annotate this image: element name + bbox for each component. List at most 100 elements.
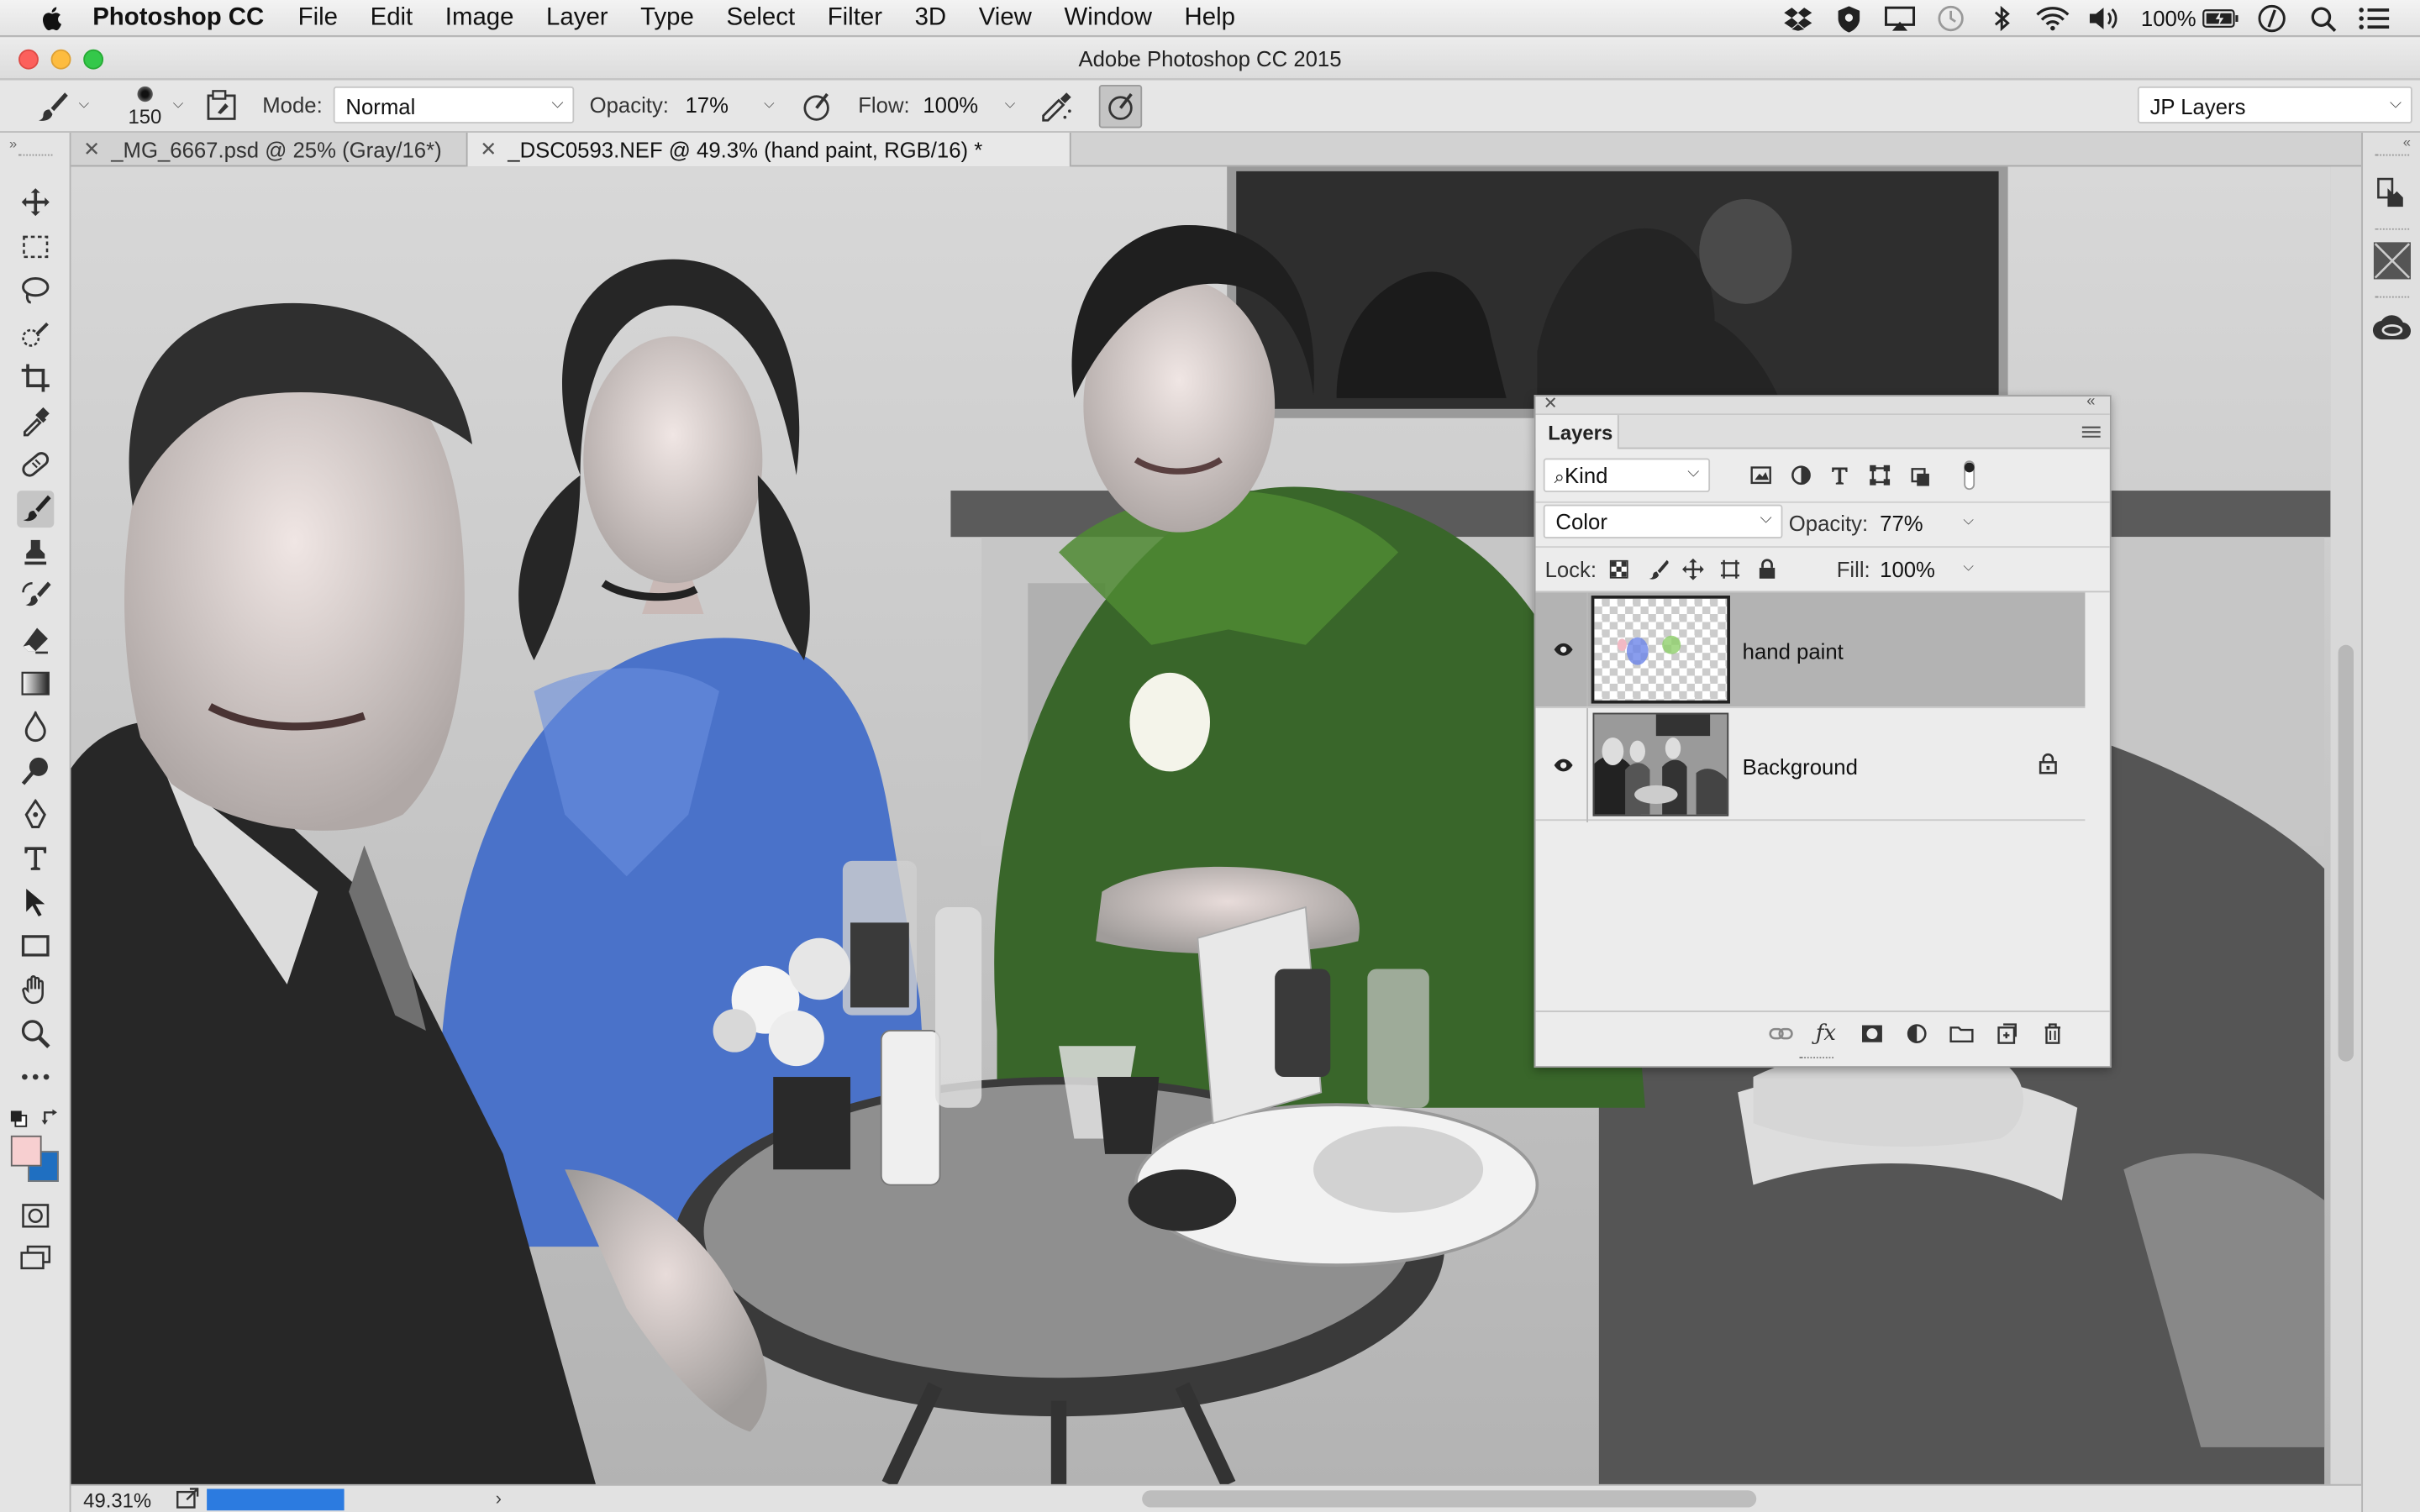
creative-cloud-libraries-icon[interactable] xyxy=(2372,312,2412,349)
eye-visibility-icon[interactable] xyxy=(1548,750,1579,781)
menu-edit[interactable]: Edit xyxy=(371,4,413,32)
eraser-tool-icon[interactable] xyxy=(17,622,54,659)
rectangle-tool-icon[interactable] xyxy=(17,927,54,964)
layer-filter-select[interactable]: ⌕Kind ⌵ xyxy=(1543,458,1711,492)
type-layer-filter-icon[interactable] xyxy=(1824,459,1855,491)
brush-size-value[interactable]: 150 xyxy=(128,105,161,129)
history-brush-tool-icon[interactable] xyxy=(17,577,54,614)
move-tool-icon[interactable] xyxy=(17,184,54,221)
expand-panels-icon[interactable]: « xyxy=(2403,134,2411,150)
lock-all-icon[interactable] xyxy=(1752,554,1783,585)
vertical-scroll-thumb[interactable] xyxy=(2338,644,2354,1062)
layer-opacity-field[interactable]: 77% xyxy=(1880,511,1923,535)
shield-icon[interactable] xyxy=(1831,2,1868,35)
airplay-icon[interactable] xyxy=(1881,2,1918,35)
blur-tool-icon[interactable] xyxy=(17,708,54,745)
panel-resize-grip[interactable] xyxy=(1799,1057,1834,1058)
shape-layer-filter-icon[interactable] xyxy=(1865,459,1896,491)
vertical-scrollbar[interactable] xyxy=(2330,166,2362,1484)
dodge-tool-icon[interactable] xyxy=(17,753,54,790)
collapse-panel-icon[interactable]: » xyxy=(9,136,17,151)
marquee-tool-icon[interactable] xyxy=(17,228,54,265)
share-icon[interactable] xyxy=(176,1488,200,1509)
panel-grip[interactable] xyxy=(2375,296,2410,298)
lock-transparent-pixels-icon[interactable] xyxy=(1603,554,1634,585)
lock-artboard-icon[interactable] xyxy=(1715,554,1746,585)
eye-visibility-icon[interactable] xyxy=(1548,634,1579,665)
fill-field[interactable]: 100% xyxy=(1880,557,1935,581)
menu-layer[interactable]: Layer xyxy=(546,4,608,32)
zoom-tool-icon[interactable] xyxy=(17,1016,54,1053)
brush-panel-toggle-icon[interactable] xyxy=(205,90,239,123)
pen-tool-icon[interactable] xyxy=(17,796,54,833)
panel-header[interactable]: ✕ « xyxy=(1535,393,2110,416)
opacity-field[interactable]: 17% xyxy=(686,92,729,117)
type-tool-icon[interactable] xyxy=(17,839,54,876)
menu-filter[interactable]: Filter xyxy=(828,4,882,32)
crop-tool-icon[interactable] xyxy=(17,360,54,396)
fill-chevron-icon[interactable]: ⌵ xyxy=(1963,559,1974,575)
panel-grip[interactable] xyxy=(18,154,53,156)
lock-position-icon[interactable] xyxy=(1678,554,1709,585)
adjustment-layer-filter-icon[interactable] xyxy=(1786,459,1817,491)
clone-stamp-tool-icon[interactable] xyxy=(17,534,54,571)
menu-image[interactable]: Image xyxy=(445,4,514,32)
layer-opacity-chevron-icon[interactable]: ⌵ xyxy=(1963,512,1974,529)
filter-toggle-icon[interactable] xyxy=(1961,459,1976,491)
link-layers-icon[interactable] xyxy=(1765,1018,1797,1049)
panel-menu-icon[interactable] xyxy=(2081,421,2101,439)
layer-thumbnail-background[interactable] xyxy=(1592,712,1729,816)
history-panel-icon[interactable] xyxy=(2374,175,2411,212)
layer-row-hand-paint[interactable]: hand paint xyxy=(1535,592,2086,707)
panel-grip[interactable] xyxy=(2375,228,2410,230)
layer-name[interactable]: hand paint xyxy=(1743,638,1844,663)
apple-icon[interactable] xyxy=(37,4,68,32)
add-mask-icon[interactable] xyxy=(1857,1018,1888,1049)
tab-dsc0593[interactable]: ✕ _DSC0593.NEF @ 49.3% (hand paint, RGB/… xyxy=(466,132,1071,167)
istat-icon[interactable] xyxy=(2254,2,2291,35)
pixel-layer-filter-icon[interactable] xyxy=(1745,459,1776,491)
delete-layer-icon[interactable] xyxy=(2037,1018,2068,1049)
layer-effects-icon[interactable]: ƒx xyxy=(1810,1018,1841,1049)
new-layer-icon[interactable] xyxy=(1991,1018,2022,1049)
gradient-tool-icon[interactable] xyxy=(17,665,54,702)
smart-object-filter-icon[interactable] xyxy=(1905,459,1936,491)
time-machine-icon[interactable] xyxy=(1933,2,1970,35)
bluetooth-icon[interactable] xyxy=(1984,2,2021,35)
zoom-level[interactable]: 49.31% xyxy=(83,1488,151,1512)
brush-picker-chevron-icon[interactable]: ⌵ xyxy=(173,96,184,113)
quick-selection-tool-icon[interactable] xyxy=(17,315,54,352)
notification-center-icon[interactable] xyxy=(2355,2,2392,35)
pressure-opacity-icon[interactable] xyxy=(799,90,833,123)
opacity-slider-chevron-icon[interactable]: ⌵ xyxy=(764,96,775,113)
pressure-size-toggle[interactable] xyxy=(1098,85,1143,129)
chevron-down-icon[interactable]: ⌵ xyxy=(79,96,90,113)
spotlight-search-icon[interactable] xyxy=(2304,2,2341,35)
path-selection-tool-icon[interactable] xyxy=(17,884,54,921)
menu-view[interactable]: View xyxy=(979,4,1032,32)
brush-tool-icon[interactable] xyxy=(17,491,55,528)
screen-mode-icon[interactable] xyxy=(17,1239,54,1276)
new-group-icon[interactable] xyxy=(1946,1018,1977,1049)
foreground-color-swatch[interactable] xyxy=(10,1135,42,1167)
workspace-switcher[interactable]: JP Layers ⌵ xyxy=(2137,86,2412,123)
quick-mask-icon[interactable] xyxy=(17,1197,54,1234)
hand-tool-icon[interactable] xyxy=(17,970,54,1007)
new-adjustment-layer-icon[interactable] xyxy=(1902,1018,1933,1049)
menu-3d[interactable]: 3D xyxy=(915,4,947,32)
menu-type[interactable]: Type xyxy=(640,4,694,32)
tab-mg-6667[interactable]: ✕ _MG_6667.psd @ 25% (Gray/16*) xyxy=(71,133,463,166)
menu-select[interactable]: Select xyxy=(726,4,795,32)
collapse-panel-icon[interactable]: « xyxy=(2086,393,2095,410)
airbrush-icon[interactable] xyxy=(1039,90,1076,123)
close-tab-icon[interactable]: ✕ xyxy=(83,137,100,161)
blend-mode-select[interactable]: Color ⌵ xyxy=(1543,504,1783,539)
flow-field[interactable]: 100% xyxy=(923,92,978,117)
flow-slider-chevron-icon[interactable]: ⌵ xyxy=(1005,96,1016,113)
default-colors-icon[interactable] xyxy=(9,1108,28,1127)
healing-brush-tool-icon[interactable] xyxy=(17,446,54,483)
horizontal-scroll-thumb[interactable] xyxy=(1142,1490,1757,1508)
volume-icon[interactable] xyxy=(2086,2,2123,35)
wifi-icon[interactable] xyxy=(2034,2,2071,35)
battery-icon[interactable] xyxy=(2202,2,2239,35)
